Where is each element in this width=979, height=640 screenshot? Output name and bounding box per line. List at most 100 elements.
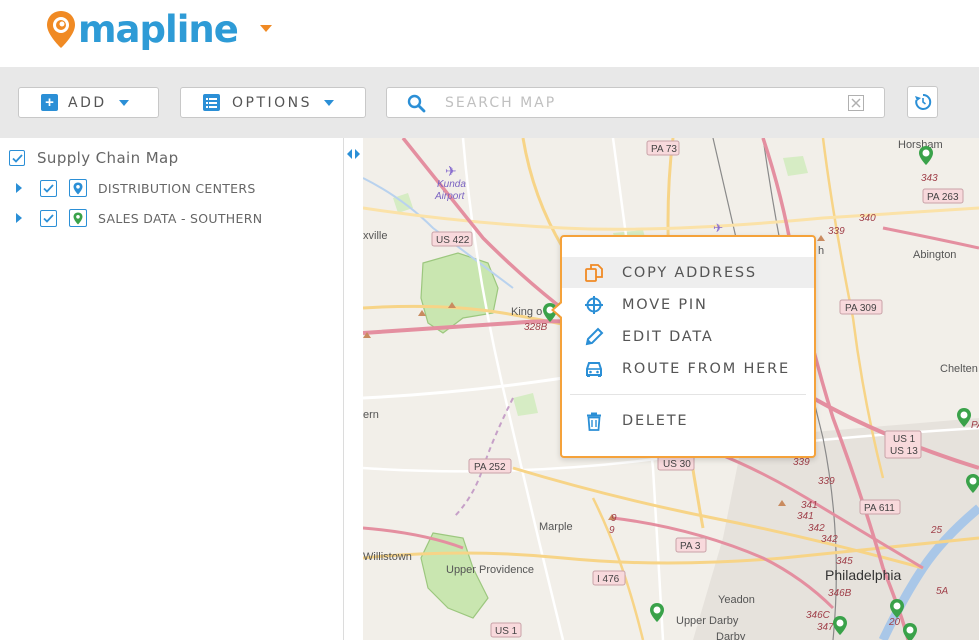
map-label: Yeadon (718, 594, 755, 606)
route-number: 342 (821, 534, 838, 545)
map-label: Abington (913, 249, 956, 261)
layer-style-button[interactable] (69, 209, 87, 227)
account-menu-caret[interactable] (260, 25, 272, 32)
options-button[interactable]: OPTIONS (180, 87, 366, 118)
map-label: Kunda (437, 179, 466, 190)
chevron-down-icon (118, 99, 129, 106)
svg-text:PA 252: PA 252 (474, 462, 506, 473)
copy-address-menu-item[interactable]: COPY ADDRESS (562, 257, 814, 288)
mapline-logo[interactable]: mapline (46, 8, 239, 51)
peak-icon (817, 235, 825, 241)
menu-item-label: COPY ADDRESS (622, 264, 757, 281)
svg-text:PA 263: PA 263 (927, 192, 959, 203)
route-number: 345 (836, 556, 853, 567)
blue-pin-icon (73, 182, 83, 194)
expand-arrow-icon[interactable] (16, 213, 22, 223)
trash-icon (587, 412, 601, 431)
layer-checkbox[interactable] (40, 209, 57, 227)
layers-sidebar: Supply Chain Map DISTRIBUTION CENTERS SA… (0, 138, 344, 640)
refresh-map-button[interactable] (907, 86, 938, 118)
route-shield: US 422 (431, 231, 473, 247)
route-shield: PA 252 (468, 458, 512, 474)
clear-search-icon[interactable] (848, 95, 864, 111)
logo-pin-icon (47, 10, 75, 48)
layer-row: DISTRIBUTION CENTERS (16, 179, 256, 197)
map-label: ern (363, 409, 379, 421)
green-pin-icon (73, 212, 83, 224)
plus-icon: + (41, 94, 58, 111)
search-input[interactable] (445, 94, 825, 112)
list-icon (203, 94, 220, 111)
route-shield: PA 73 (646, 140, 680, 156)
route-number: 343 (921, 173, 938, 184)
svg-text:PA 3: PA 3 (680, 541, 701, 552)
route-number: 328B (524, 322, 548, 333)
layer-checkbox[interactable] (40, 179, 57, 197)
svg-text:US 422: US 422 (436, 235, 470, 246)
search-box (386, 87, 885, 118)
chevron-down-icon (324, 99, 335, 106)
route-number: 346C (806, 610, 831, 621)
toolbar: + ADD OPTIONS (0, 67, 979, 138)
menu-item-label: DELETE (622, 412, 689, 429)
pencil-icon (585, 327, 604, 346)
sidebar-toggle-strip (344, 138, 363, 640)
app-header: mapline (0, 0, 979, 67)
layer-style-button[interactable] (69, 179, 87, 197)
map-label: Marple (539, 521, 573, 533)
add-button[interactable]: + ADD (18, 87, 159, 118)
check-icon (11, 153, 23, 163)
car-icon (586, 362, 602, 377)
delete-menu-item[interactable]: DELETE (562, 405, 814, 436)
map-title-row: Supply Chain Map (9, 149, 179, 167)
airport-icon: ✈ (445, 163, 457, 179)
add-button-label: ADD (68, 94, 107, 111)
route-shield: US 1 (490, 622, 522, 638)
svg-text:I 476: I 476 (597, 574, 620, 585)
expand-arrow-icon[interactable] (16, 183, 22, 193)
map-label: xville (363, 230, 387, 242)
map-label: Willistown (363, 551, 412, 563)
svg-text:US 13: US 13 (890, 446, 918, 457)
route-shield: US 1US 13 (884, 430, 922, 459)
crosshair-icon (585, 296, 603, 314)
route-number: 339 (828, 226, 845, 237)
map-label: Philadelphia (825, 567, 901, 583)
map-label: Darby (716, 631, 746, 640)
layer-label[interactable]: SALES DATA - SOUTHERN (98, 211, 262, 226)
edit-data-menu-item[interactable]: EDIT DATA (562, 321, 814, 352)
route-number: 340 (859, 213, 876, 224)
map-label: Upper Providence (446, 564, 534, 576)
map-checkbox[interactable] (9, 150, 25, 166)
route-shield: US 30 (657, 455, 695, 471)
route-number: 9 (611, 513, 617, 524)
route-number: 5A (936, 586, 949, 597)
map-pin-icon[interactable] (919, 146, 933, 165)
menu-item-label: ROUTE FROM HERE (622, 360, 790, 377)
map-label: King o (511, 306, 542, 318)
map-label: Chelten (940, 363, 978, 375)
search-icon (407, 94, 426, 113)
route-number: 25 (930, 525, 943, 536)
svg-text:PA 309: PA 309 (845, 303, 877, 314)
options-button-label: OPTIONS (232, 94, 313, 111)
route-number: 339 (818, 476, 835, 487)
layer-row: SALES DATA - SOUTHERN (16, 209, 262, 227)
route-number: 347 (817, 622, 834, 633)
route-from-here-menu-item[interactable]: ROUTE FROM HERE (562, 353, 814, 384)
route-shield: PA 611 (859, 499, 901, 515)
map-label: Upper Darby (676, 615, 739, 627)
svg-text:PA 73: PA 73 (651, 144, 677, 155)
map-label: Airport (434, 191, 466, 202)
route-number: 339 (793, 457, 810, 468)
route-number: 20 (888, 617, 901, 628)
logo-text: mapline (78, 8, 239, 51)
layer-label[interactable]: DISTRIBUTION CENTERS (98, 181, 256, 196)
map-label: h (818, 245, 824, 257)
svg-text:PA 611: PA 611 (864, 503, 895, 514)
expand-sidebar-icon[interactable] (347, 148, 363, 160)
svg-text:US 30: US 30 (663, 459, 691, 470)
menu-item-label: MOVE PIN (622, 296, 708, 313)
copy-icon (585, 264, 603, 282)
move-pin-menu-item[interactable]: MOVE PIN (562, 289, 814, 320)
